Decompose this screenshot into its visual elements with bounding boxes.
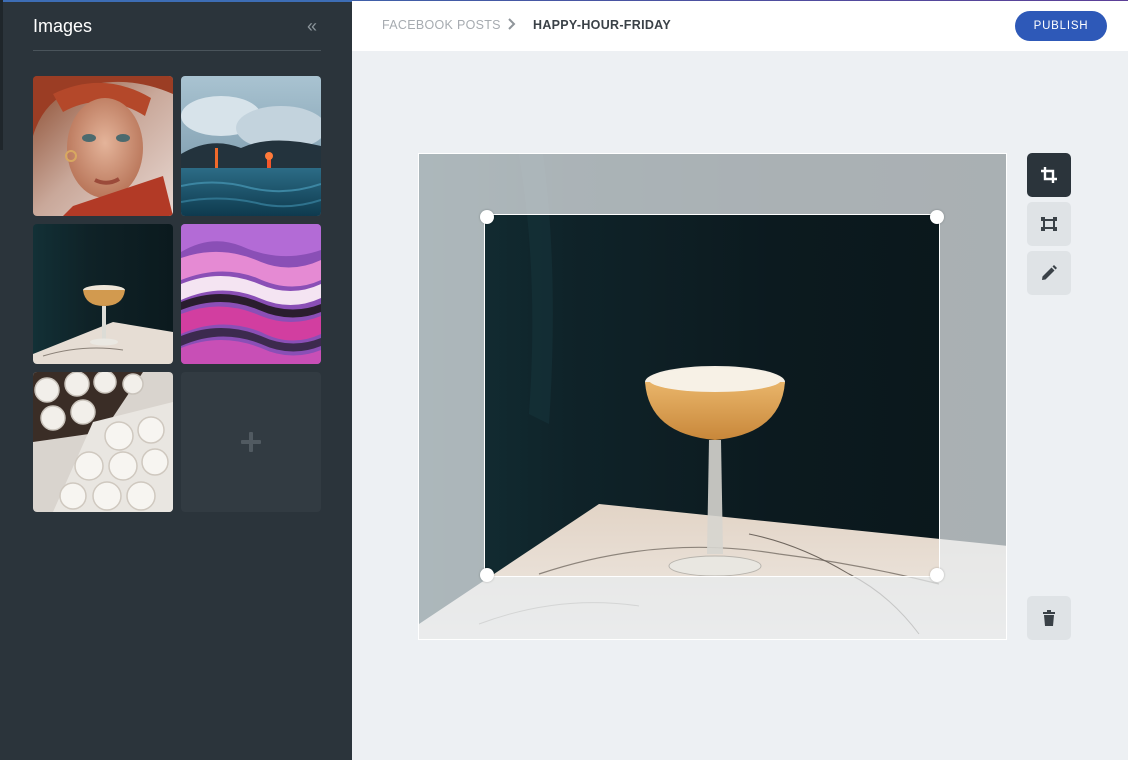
add-image-tile[interactable]: [181, 372, 321, 512]
sidebar-top-accent: [0, 0, 352, 2]
crop-handle-top-right[interactable]: [930, 210, 944, 224]
crop-tool-button[interactable]: [1027, 153, 1071, 197]
top-bar: FACEBOOK POSTS HAPPY-HOUR-FRIDAY PUBLISH: [352, 0, 1128, 51]
sidebar-title: Images: [33, 16, 93, 36]
resize-icon: [1041, 217, 1057, 231]
double-chevron-left-icon[interactable]: «: [303, 16, 321, 36]
cocktail-image-crop: [485, 215, 939, 576]
breadcrumb-root[interactable]: FACEBOOK POSTS: [382, 18, 501, 32]
thumb-cocktail[interactable]: [33, 224, 173, 364]
edit-tool-button[interactable]: [1027, 251, 1071, 295]
sidebar-edge: [0, 0, 3, 150]
thumb-woman-portrait[interactable]: [33, 76, 173, 216]
breadcrumb-current: HAPPY-HOUR-FRIDAY: [533, 18, 671, 32]
thumb-pink-purple-abstract[interactable]: [181, 224, 321, 364]
sidebar: Images «: [0, 0, 352, 760]
crop-handle-top-left[interactable]: [480, 210, 494, 224]
publish-button[interactable]: PUBLISH: [1015, 11, 1107, 41]
resize-tool-button[interactable]: [1027, 202, 1071, 246]
crop-selection[interactable]: [484, 214, 940, 577]
crop-handle-bottom-left[interactable]: [480, 568, 494, 582]
sidebar-header: Images «: [33, 14, 321, 51]
thumb-lava-ocean[interactable]: [181, 76, 321, 216]
pencil-icon: [1042, 265, 1057, 280]
top-bar-accent: [352, 0, 1128, 1]
chevron-right-icon: [507, 16, 517, 32]
thumb-meringues[interactable]: [33, 372, 173, 512]
crop-handle-bottom-right[interactable]: [930, 568, 944, 582]
delete-tool-button[interactable]: [1027, 596, 1071, 640]
crop-icon: [1041, 167, 1057, 183]
trash-icon: [1043, 610, 1055, 626]
